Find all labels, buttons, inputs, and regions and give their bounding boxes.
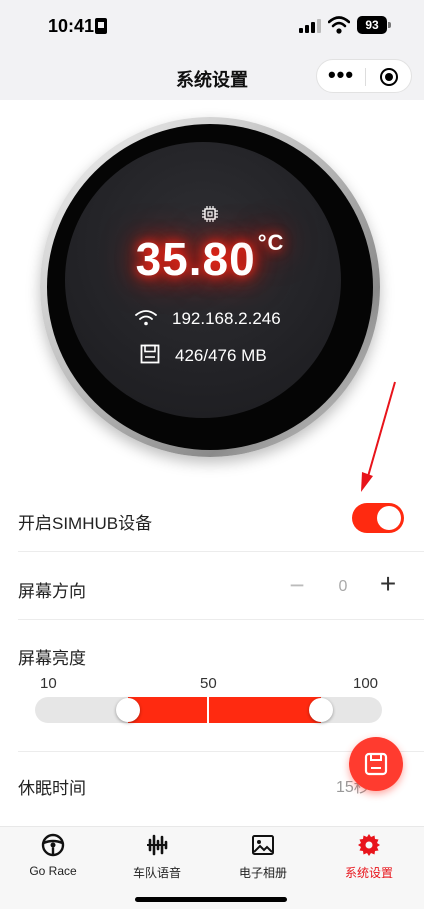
battery-tip (388, 22, 391, 28)
temperature-unit: °C (257, 230, 285, 255)
target-icon[interactable] (380, 68, 398, 86)
toggle-knob (377, 506, 401, 530)
device-preview-dial: 35.80°C 192.168.2.246 426/476 MB (40, 117, 380, 457)
orientation-decrement-button[interactable]: − (287, 572, 307, 598)
save-icon (364, 752, 388, 776)
save-icon (140, 344, 160, 364)
tab-photo-album[interactable]: 电子相册 (213, 833, 313, 883)
signal-icon (299, 19, 321, 33)
nav-bar: 系统设置 ••• (0, 52, 424, 100)
slider-high-thumb[interactable] (308, 698, 333, 722)
gear-icon (358, 834, 380, 856)
temperature-readout: 35.80°C (40, 230, 380, 286)
memory-usage: 426/476 MB (175, 346, 267, 365)
divider (18, 619, 424, 620)
image-icon (252, 835, 274, 855)
chip-icon (202, 206, 218, 222)
status-time: 10:41 (48, 16, 95, 36)
tab-team-voice[interactable]: 车队语音 (107, 833, 207, 883)
tab-label: 系统设置 (344, 866, 393, 880)
simhub-toggle[interactable] (352, 503, 404, 533)
tab-label: 电子相册 (238, 866, 287, 880)
orientation-value: 0 (338, 578, 348, 595)
ip-address: 192.168.2.246 (172, 309, 281, 328)
tab-go-race[interactable]: Go Race (3, 833, 103, 883)
more-dots-icon[interactable]: ••• (317, 60, 365, 94)
capsule-divider (365, 68, 366, 86)
simhub-label: 开启SIMHUB设备 (18, 514, 153, 533)
save-button[interactable] (349, 737, 403, 791)
brightness-range-slider[interactable] (35, 697, 382, 723)
status-bar: 10:41 93 (0, 0, 424, 52)
orientation-label: 屏幕方向 (18, 582, 86, 601)
brightness-tick-mid: 50 (200, 675, 217, 692)
orientation-increment-button[interactable]: + (376, 570, 400, 598)
tab-system-settings[interactable]: 系统设置 (319, 833, 419, 883)
slider-range-fill (128, 697, 321, 723)
tab-label: 车队语音 (132, 866, 181, 880)
sim-card-icon (95, 18, 107, 34)
brightness-tick-max: 100 (353, 675, 379, 692)
brightness-label: 屏幕亮度 (18, 649, 86, 668)
battery-indicator: 93 (357, 16, 387, 34)
slider-midpoint-marker (207, 697, 209, 723)
wifi-icon (135, 310, 157, 326)
sleep-label: 休眠时间 (18, 779, 86, 798)
wifi-status-icon (328, 16, 350, 34)
audio-wave-icon (147, 834, 168, 856)
annotation-arrow (361, 381, 396, 492)
mini-program-capsule: ••• (316, 59, 412, 93)
brightness-tick-min: 10 (40, 675, 57, 692)
tab-label: Go Race (29, 864, 77, 878)
steering-wheel-icon (41, 833, 65, 857)
temperature-value: 35.80 (135, 233, 256, 285)
home-indicator (135, 897, 287, 902)
divider (18, 551, 424, 552)
